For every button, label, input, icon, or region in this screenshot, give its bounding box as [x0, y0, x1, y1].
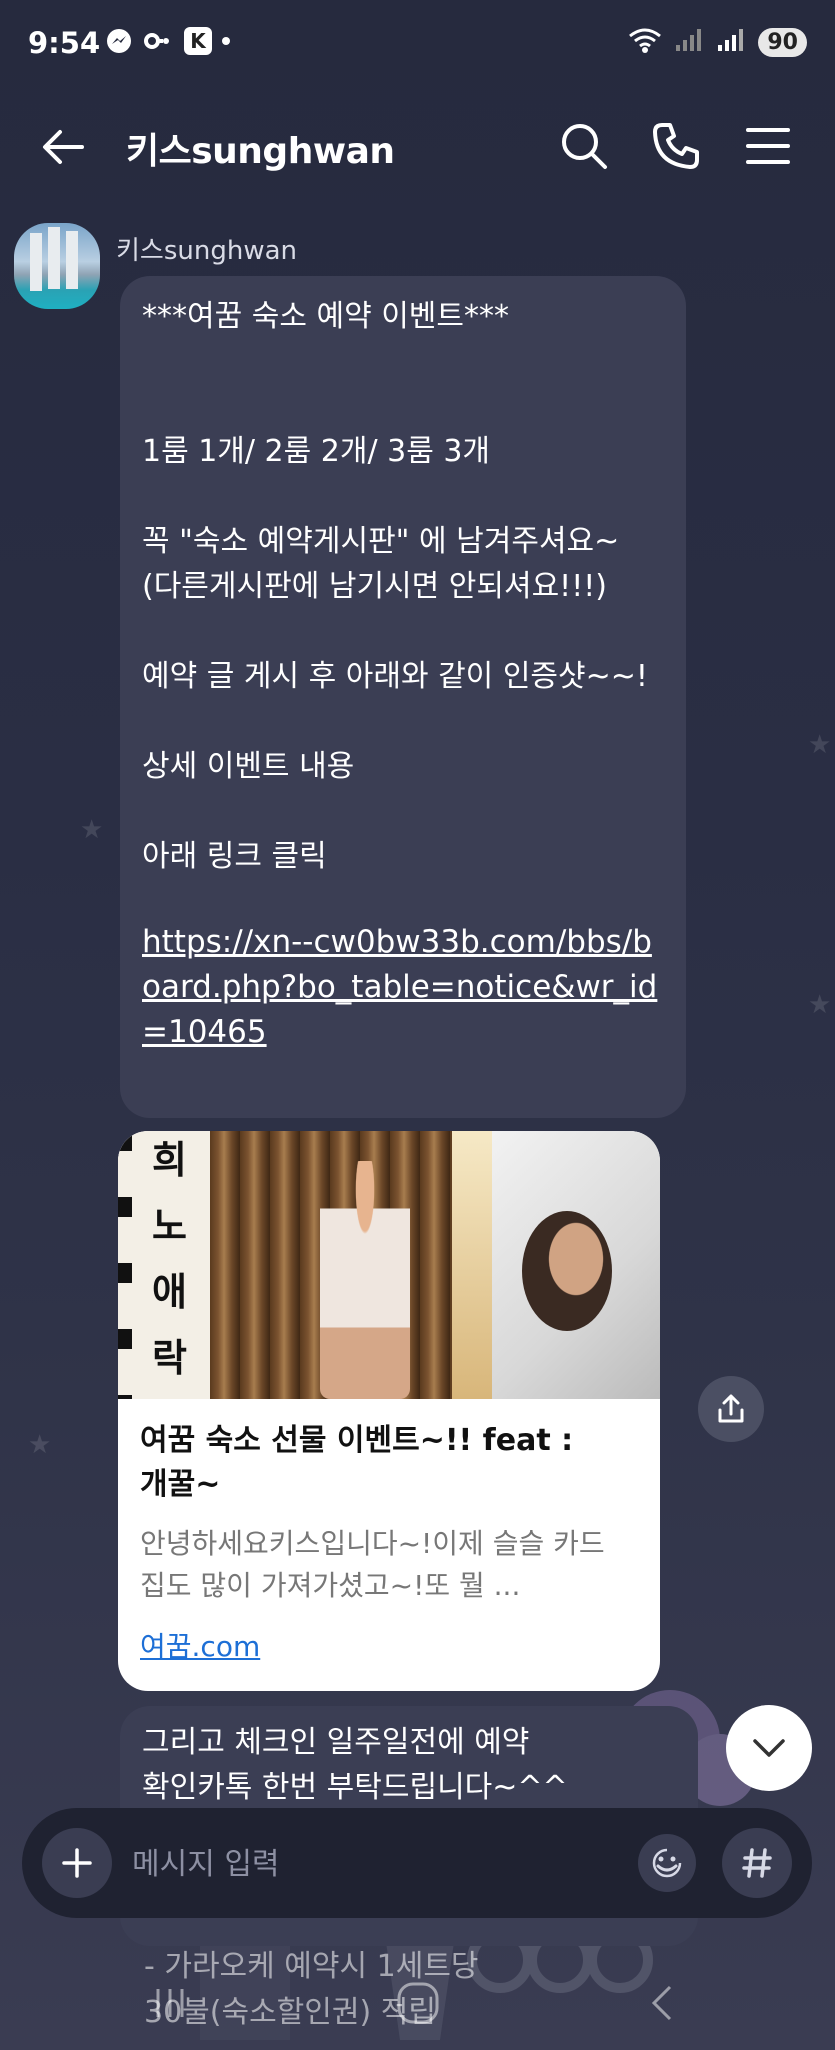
- sender-name: 키스sunghwan: [116, 236, 298, 266]
- calligraphy-panel: 희 노 애 락: [118, 1131, 210, 1399]
- calligraphy-char: 노: [152, 1203, 187, 1248]
- chat-title: 키스sunghwan: [126, 131, 395, 172]
- message-text: ***여꿈 숙소 예약 이벤트*** 1룸 1개/ 2룸 2개/ 3룸 3개 꼭…: [142, 299, 648, 874]
- k-app-icon: K: [184, 27, 212, 55]
- home-icon: [397, 1982, 439, 2024]
- status-time: 9:54: [28, 26, 101, 60]
- recent-apps-button[interactable]: [140, 1975, 200, 2031]
- preview-domain[interactable]: 여꿈.com: [140, 1625, 260, 1665]
- back-button[interactable]: [38, 122, 88, 172]
- wifi-icon: [628, 26, 662, 58]
- link-icon: [144, 26, 174, 56]
- star-decoration: ★: [80, 815, 104, 845]
- star-decoration: ★: [808, 990, 832, 1020]
- nav-back-button[interactable]: [632, 1975, 692, 2031]
- recent-apps-icon: [156, 1989, 184, 2017]
- search-icon: [562, 124, 607, 169]
- hash-button[interactable]: [722, 1828, 792, 1898]
- more-notifications-dot: [222, 37, 230, 45]
- chat-header: 키스sunghwan: [0, 100, 835, 190]
- system-icons: 90: [628, 26, 807, 58]
- preview-description: 안녕하세요키스입니다~!이제 슬슬 카드집도 많이 가져가셨고~!또 뭘 ...: [140, 1527, 605, 1602]
- signal-icon: [674, 27, 704, 57]
- message-text: 그리고 체크인 일주일전에 예약 확인카톡 한번 부탁드립니다~^^: [142, 1725, 568, 1805]
- photo-man: [492, 1131, 660, 1399]
- message-bubble[interactable]: ***여꿈 숙소 예약 이벤트*** 1룸 1개/ 2룸 2개/ 3룸 3개 꼭…: [120, 276, 686, 1118]
- photo-woman: [210, 1131, 492, 1399]
- attach-button[interactable]: [42, 1828, 112, 1898]
- preview-title: 여꿈 숙소 선물 이벤트~!! feat : 개꿀~: [140, 1423, 574, 1502]
- search-button[interactable]: [558, 120, 610, 172]
- phone-icon: [653, 123, 699, 169]
- avatar[interactable]: [14, 223, 100, 309]
- plus-icon: [62, 1848, 92, 1878]
- message-input[interactable]: [130, 1830, 654, 1898]
- status-bar: 9:54 K 90: [0, 0, 835, 90]
- signal-icon: [716, 27, 746, 57]
- star-decoration: ★: [808, 730, 832, 760]
- menu-icon: [746, 128, 790, 164]
- preview-image: 희 노 애 락: [118, 1131, 660, 1399]
- star-decoration: ★: [28, 1430, 52, 1460]
- call-button[interactable]: [650, 120, 702, 172]
- messenger-icon: [104, 26, 134, 56]
- emoji-button[interactable]: [638, 1834, 696, 1892]
- chevron-left-icon: [651, 1985, 672, 2021]
- message-input-bar: [22, 1808, 812, 1918]
- system-navigation-bar: [0, 1955, 835, 2050]
- share-button[interactable]: [698, 1376, 764, 1442]
- hash-icon: [742, 1848, 772, 1878]
- calligraphy-char: 락: [152, 1335, 187, 1380]
- message-link[interactable]: https://xn--cw0bw33b.com/bbs/board.php?b…: [142, 920, 667, 1055]
- back-arrow-icon: [43, 130, 84, 164]
- battery-indicator: 90: [758, 27, 807, 57]
- calligraphy-char: 애: [152, 1269, 187, 1314]
- menu-button[interactable]: [742, 120, 794, 172]
- link-preview-card[interactable]: 희 노 애 락 여꿈 숙소 선물 이벤트~!! feat : 개꿀~ 안녕하세요…: [118, 1131, 660, 1691]
- notification-icons: K: [104, 26, 230, 56]
- chevron-down-icon: [753, 1739, 785, 1757]
- scroll-to-bottom-button[interactable]: [726, 1705, 812, 1791]
- emoji-icon: [652, 1848, 682, 1878]
- share-icon: [718, 1394, 744, 1423]
- calligraphy-char: 희: [152, 1137, 187, 1182]
- home-button[interactable]: [388, 1975, 448, 2031]
